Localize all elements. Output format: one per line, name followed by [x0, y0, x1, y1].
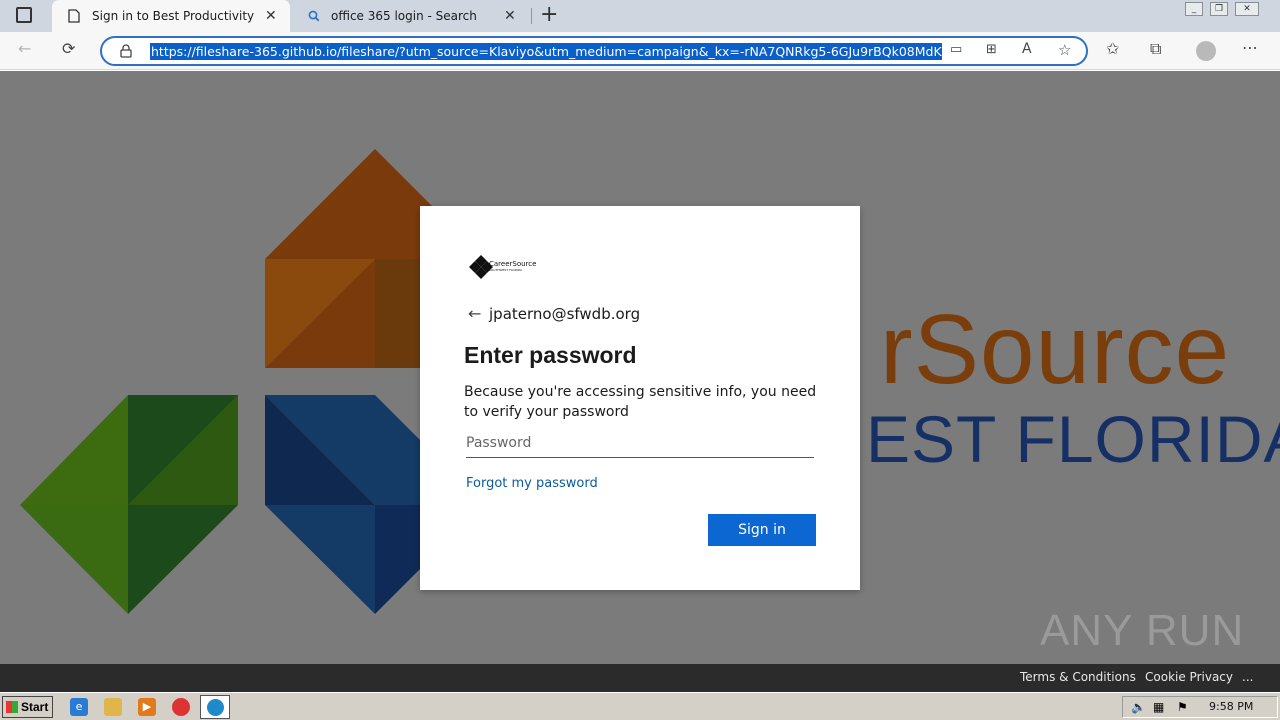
- tab-sign-in[interactable]: Sign in to Best Productivity Pro ✕: [52, 0, 290, 32]
- tab-search[interactable]: office 365 login - Search ✕: [292, 0, 528, 32]
- collections-icon[interactable]: ⧉: [1150, 39, 1161, 59]
- internet-explorer-icon[interactable]: e: [70, 698, 88, 716]
- password-description: Because you're accessing sensitive info,…: [464, 384, 817, 420]
- file-explorer-icon[interactable]: [104, 698, 122, 716]
- tab-title: office 365 login - Search: [331, 9, 477, 23]
- logo-text: CareerSource: [489, 260, 537, 268]
- password-input[interactable]: [466, 428, 814, 458]
- close-window-button[interactable]: ✕: [1235, 2, 1259, 16]
- background-brand-subtext: EST FLORIDA: [866, 402, 1280, 476]
- watermark-text: ANY RUN: [1040, 606, 1245, 655]
- add-favorite-icon[interactable]: ☆: [1058, 41, 1071, 59]
- close-tab-icon[interactable]: ✕: [265, 8, 277, 24]
- restore-button[interactable]: ❐: [1210, 2, 1228, 16]
- close-tab-icon[interactable]: ✕: [504, 8, 516, 24]
- browser-tab-bar: Sign in to Best Productivity Pro ✕ offic…: [0, 0, 1280, 32]
- apps-icon[interactable]: ⊞: [986, 42, 997, 57]
- page-icon: [68, 9, 80, 23]
- app-available-icon[interactable]: ▭: [950, 42, 962, 57]
- more-menu-icon[interactable]: ⋯: [1242, 38, 1258, 57]
- start-label: Start: [21, 700, 49, 714]
- back-icon[interactable]: ←: [18, 39, 31, 58]
- account-identity: jpaterno@sfwdb.org: [489, 305, 641, 323]
- flag-icon[interactable]: ⚑: [1177, 700, 1188, 714]
- minimize-button[interactable]: _: [1185, 2, 1203, 16]
- logo-subtext: SOUTHWEST FLORIDA: [489, 268, 523, 272]
- tab-divider: [531, 8, 532, 24]
- url-text[interactable]: https://fileshare-365.github.io/fileshar…: [150, 43, 942, 60]
- careersource-logo: CareerSource SOUTHWEST FLORIDA: [468, 254, 548, 282]
- back-arrow-icon[interactable]: ←: [468, 304, 481, 323]
- cookie-privacy-link[interactable]: Cookie Privacy: [1145, 670, 1233, 684]
- page-title: Enter password: [464, 342, 637, 368]
- browser-toolbar: ← ⟳ https://fileshare-365.github.io/file…: [0, 32, 1280, 70]
- page-content: rSource EST FLORIDA ANY RUN CareerSource…: [0, 71, 1280, 664]
- refresh-icon[interactable]: ⟳: [62, 39, 75, 58]
- profile-avatar[interactable]: [1196, 41, 1216, 61]
- network-icon[interactable]: ▦: [1153, 700, 1164, 714]
- forgot-password-link[interactable]: Forgot my password: [466, 476, 598, 491]
- windows-taskbar: Start e ▶ 🔈 ▦ ⚑ 9:58 PM: [0, 692, 1280, 720]
- background-logo-graphic: [20, 149, 440, 614]
- new-tab-button[interactable]: +: [540, 2, 558, 27]
- chrome-icon[interactable]: [172, 698, 190, 716]
- favorites-icon[interactable]: ✩: [1106, 39, 1119, 58]
- clock: 9:58 PM: [1209, 700, 1254, 713]
- footer-more-link[interactable]: ...: [1242, 670, 1253, 684]
- tab-title: Sign in to Best Productivity Pro: [92, 9, 258, 23]
- media-player-icon[interactable]: ▶: [138, 698, 156, 716]
- address-bar[interactable]: https://fileshare-365.github.io/fileshar…: [100, 36, 1088, 66]
- edge-icon: [207, 699, 224, 716]
- lock-icon[interactable]: [120, 44, 132, 58]
- page-footer: Terms & Conditions Cookie Privacy ...: [0, 664, 1280, 692]
- system-tray: 🔈 ▦ ⚑ 9:58 PM: [1122, 696, 1278, 718]
- sign-in-button[interactable]: Sign in: [708, 514, 816, 546]
- read-aloud-icon[interactable]: A: [1022, 41, 1032, 57]
- volume-icon[interactable]: 🔈: [1131, 700, 1146, 714]
- start-button[interactable]: Start: [2, 696, 53, 718]
- edge-taskbar-button[interactable]: [200, 695, 230, 719]
- tab-actions-icon[interactable]: [16, 7, 32, 23]
- windows-logo-icon: [6, 701, 18, 713]
- signin-dialog: CareerSource SOUTHWEST FLORIDA ← jpatern…: [420, 206, 860, 590]
- terms-link[interactable]: Terms & Conditions: [1020, 670, 1136, 684]
- search-icon: [308, 10, 320, 22]
- background-brand-text: rSource: [880, 294, 1231, 404]
